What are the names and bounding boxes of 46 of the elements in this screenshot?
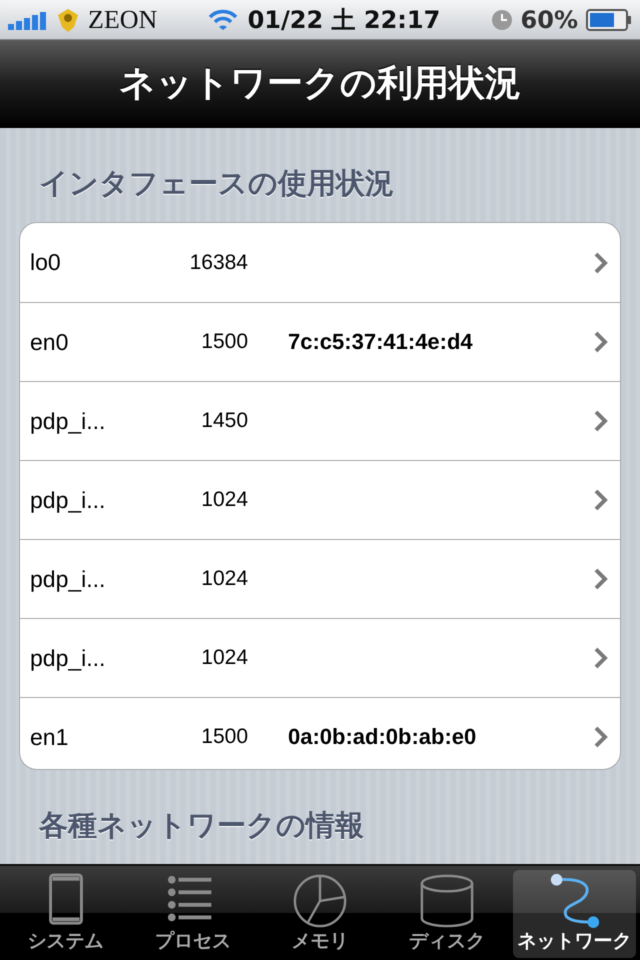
carrier-name: ZEON xyxy=(88,4,158,34)
signal-icon xyxy=(8,10,48,30)
chevron-icon xyxy=(594,568,608,590)
chevron-icon xyxy=(594,647,608,669)
chevron-icon xyxy=(594,489,608,511)
interface-name: en0 xyxy=(30,328,70,356)
mtu-value: 1024 xyxy=(200,646,248,670)
mtu-value: 1500 xyxy=(200,725,248,749)
interface-name: pdp_i... xyxy=(30,408,106,434)
chevron-icon xyxy=(594,726,608,748)
alarm-icon xyxy=(490,8,513,30)
section-header: インタフェースの使用状況 xyxy=(38,165,395,202)
mtu-value: 16384 xyxy=(188,250,248,274)
interface-name: en1 xyxy=(30,724,70,750)
battery-percentage: 60% xyxy=(520,6,578,34)
tab-item[interactable]: ネットワーク xyxy=(512,870,636,958)
interface-name: lo0 xyxy=(30,249,62,276)
mac-address: 7c:c5:37:41:4e:d4 xyxy=(287,329,474,355)
interface-row[interactable]: en1 1500 0a:0b:ad:0b:ab:e0 xyxy=(20,697,620,769)
chevron-icon xyxy=(594,331,608,353)
tab-item[interactable]: メモリ xyxy=(258,870,382,958)
battery-icon xyxy=(586,8,632,30)
mtu-value: 1024 xyxy=(200,488,248,512)
mac-address: 0a:0b:ad:0b:ab:e0 xyxy=(287,724,478,750)
chevron-icon xyxy=(594,252,608,274)
mtu-value: 1500 xyxy=(200,330,248,354)
section-header: 各種ネットワークの情報 xyxy=(38,807,365,844)
interface-name: pdp_i... xyxy=(30,486,106,514)
mtu-value: 1024 xyxy=(200,567,248,591)
screen-title: ネットワークの利用状況 xyxy=(119,62,521,106)
chevron-icon xyxy=(594,410,608,432)
interface-name: pdp_i... xyxy=(30,566,106,592)
clock-time: 01/22 土 22:17 xyxy=(248,4,440,36)
interface-row[interactable]: pdp_i... 1450 xyxy=(20,381,620,460)
mtu-value: 1450 xyxy=(200,409,248,433)
interface-row[interactable]: pdp_i... 1024 xyxy=(20,460,620,539)
interface-row[interactable]: pdp_i... 1024 xyxy=(20,618,620,697)
interface-row[interactable]: lo0 16384 xyxy=(20,223,620,302)
interface-row[interactable]: pdp_i... 1024 xyxy=(20,539,620,618)
emblem-icon xyxy=(56,6,80,32)
wifi-icon xyxy=(208,8,238,30)
tab-item[interactable]: ディスク xyxy=(386,870,509,958)
interface-name: pdp_i... xyxy=(30,644,106,672)
interface-row[interactable]: en0 1500 7c:c5:37:41:4e:d4 xyxy=(20,302,620,381)
tab-item[interactable]: システム xyxy=(4,870,128,958)
tab-item[interactable]: プロセス xyxy=(131,870,254,958)
